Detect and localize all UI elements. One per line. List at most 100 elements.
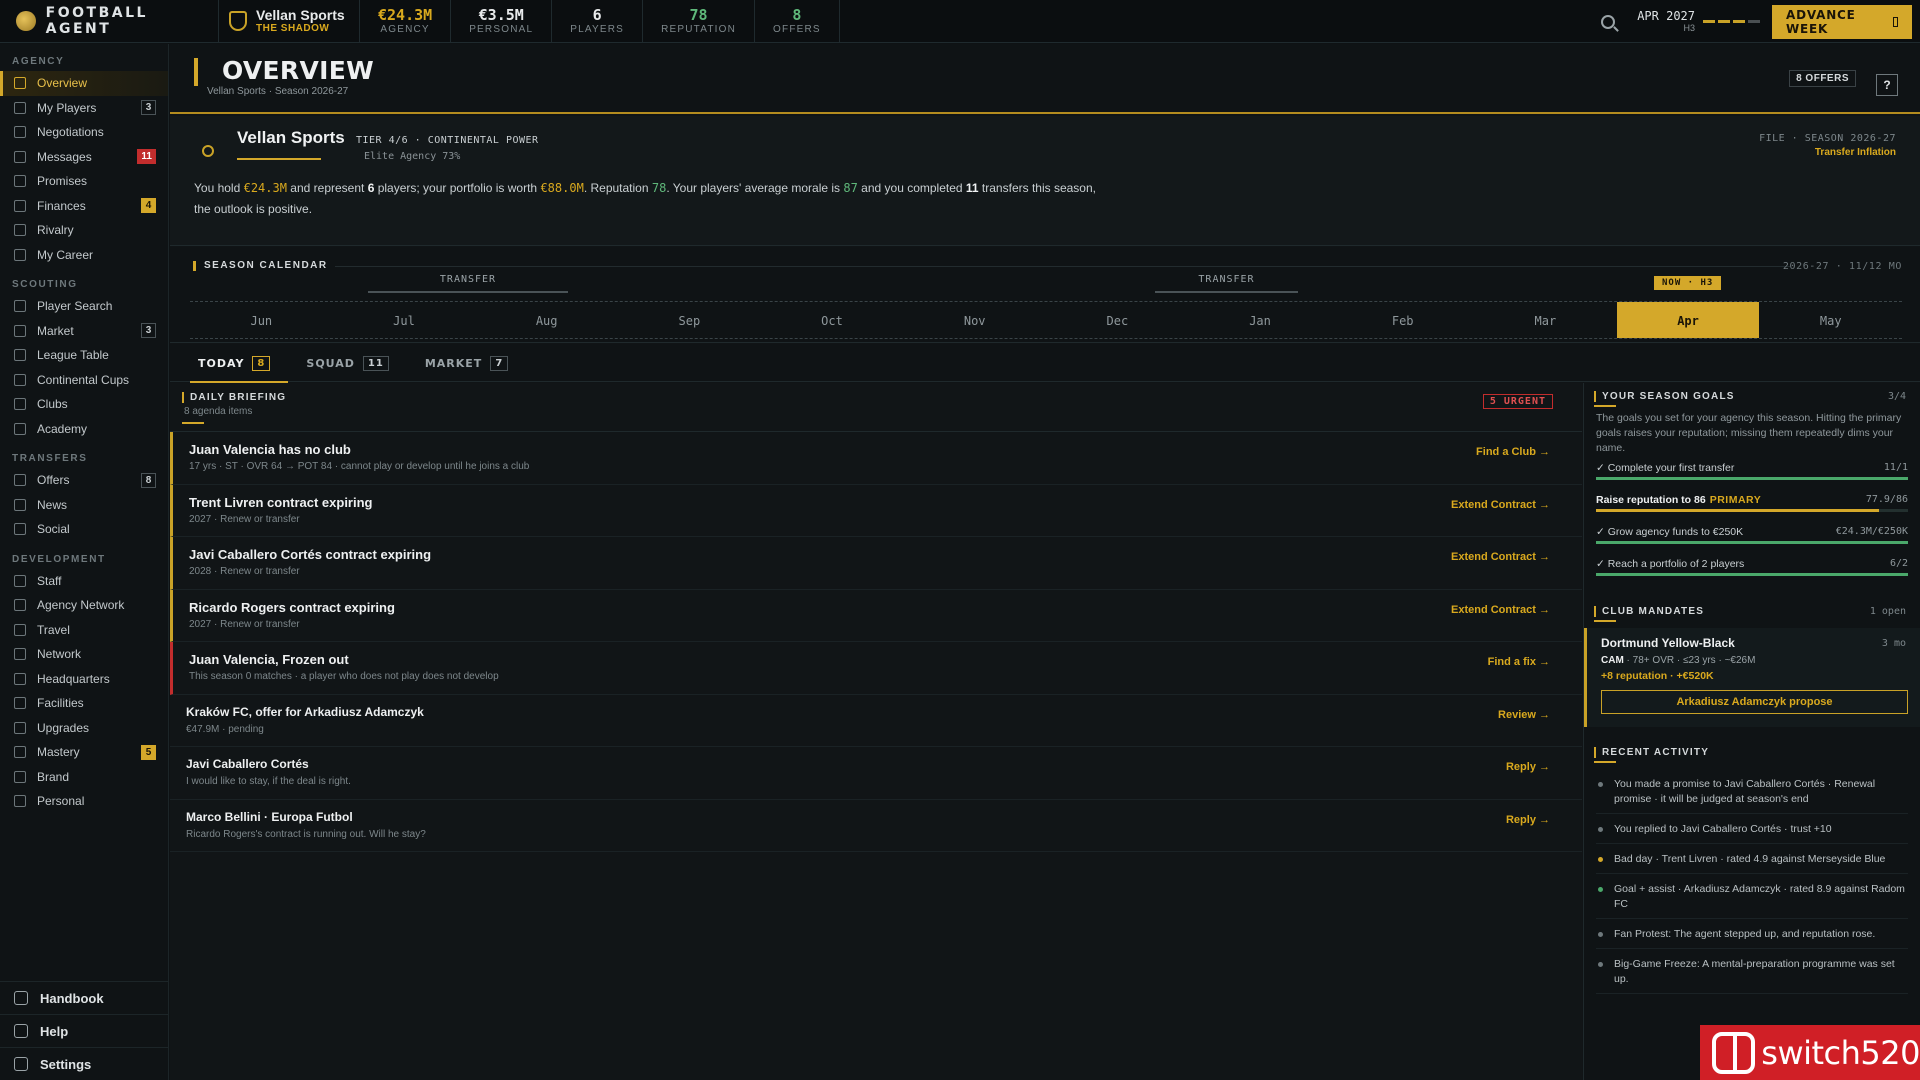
agenda-item[interactable]: Juan Valencia, Frozen out This season 0 m… [170,642,1582,695]
sidebar-item-offers[interactable]: Offers 8 [0,468,168,493]
calendar-divider [335,266,1790,267]
sidebar-item-promises[interactable]: Promises [0,169,168,194]
sidebar-item-league-table[interactable]: League Table [0,343,168,368]
sidebar-item-label: Travel [37,622,70,637]
top-bar: FOOTBALL AGENT Vellan Sports THE SHADOW … [0,0,1920,43]
month-jul[interactable]: Jul [333,302,476,338]
sidebar-item-rivalry[interactable]: Rivalry [0,218,168,243]
sidebar-item-overview[interactable]: Overview [0,71,168,96]
sidebar-item-mastery[interactable]: Mastery 5 [0,740,168,765]
month-aug[interactable]: Aug [475,302,618,338]
agenda-item[interactable]: Juan Valencia has no club 17 yrs · ST · O… [170,432,1582,485]
agency-badge[interactable]: Vellan Sports THE SHADOW [218,0,360,43]
sidebar-item-agency-network[interactable]: Agency Network [0,593,168,618]
sidebar-settings-button[interactable]: Settings [0,1047,169,1080]
agenda-item[interactable]: Ricardo Rogers contract expiring 2027 · R… [170,589,1582,642]
sidebar-item-continental-cups[interactable]: Continental Cups [0,368,168,393]
agenda-action-link[interactable]: Find a Club → [1476,446,1550,458]
sidebar-item-social[interactable]: Social [0,517,168,542]
sidebar-help-button[interactable]: Help [0,1014,169,1047]
activity-text: You replied to Javi Caballero Cortés · t… [1614,823,1832,835]
agenda-action-link[interactable]: Reply → [1506,761,1550,773]
user-icon [14,101,26,114]
sidebar-item-label: Facilities [37,696,84,711]
sidebar-item-brand[interactable]: Brand [0,765,168,790]
month-nov[interactable]: Nov [903,302,1046,338]
count-badge: 3 [141,100,156,116]
sidebar-handbook-button[interactable]: Handbook [0,981,169,1014]
sidebar-item-headquarters[interactable]: Headquarters [0,667,168,692]
agenda-action-link[interactable]: Extend Contract → [1451,499,1550,511]
agenda-item[interactable]: Kraków FC, offer for Arkadiusz Adamczyk €… [170,695,1582,747]
calendar-range: 2026-27 · 11/12 MO [1782,261,1902,272]
propose-player-button[interactable]: Arkadiusz Adamczyk propose [1601,690,1908,714]
agenda-action-link[interactable]: Review → [1498,709,1550,721]
sidebar-item-upgrades[interactable]: Upgrades [0,716,168,741]
tab-squad[interactable]: SQUAD 11 [288,344,406,382]
sidebar-item-network[interactable]: Network [0,642,168,667]
sidebar-item-messages[interactable]: Messages 11 [0,145,168,170]
help-button[interactable]: ? [1876,74,1898,96]
goals-underline [1594,405,1616,407]
sidebar-item-market[interactable]: Market 3 [0,319,168,344]
month-oct[interactable]: Oct [761,302,904,338]
agenda-action-link[interactable]: Extend Contract → [1451,604,1550,616]
agenda-action-link[interactable]: Reply → [1506,814,1550,826]
agenda-action-link[interactable]: Extend Contract → [1451,551,1550,563]
month-jan[interactable]: Jan [1189,302,1332,338]
goal-progress-fill [1596,509,1879,512]
advance-week-label: ADVANCE WEEK [1786,7,1856,36]
gear-icon [14,1057,28,1071]
month-jun[interactable]: Jun [190,302,333,338]
tab-market[interactable]: MARKET 7 [407,344,526,382]
activity-dot-icon [1598,962,1603,967]
agenda-title: Kraków FC, offer for Arkadiusz Adamczyk [186,704,424,719]
agenda-action-link[interactable]: Find a fix → [1488,656,1550,668]
sidebar-item-personal[interactable]: Personal [0,789,168,814]
sidebar-item-finances[interactable]: Finances 4 [0,194,168,219]
transfer-window: TRANSFER [368,274,568,294]
month-feb[interactable]: Feb [1331,302,1474,338]
agenda-item[interactable]: Marco Bellini · Europa Futbol Ricardo Rog… [170,800,1582,852]
agenda-subtitle: I would like to stay, if the deal is rig… [186,776,351,787]
agenda-item[interactable]: Trent Livren contract expiring 2027 · Ren… [170,484,1582,537]
sidebar-item-negotiations[interactable]: Negotiations [0,120,168,145]
goal-text: ✓ Reach a portfolio of 2 players [1596,558,1745,570]
month-mar[interactable]: Mar [1474,302,1617,338]
stat-reputation: 78 REPUTATION [643,0,756,43]
agenda-list: Juan Valencia has no club 17 yrs · ST · O… [170,432,1582,852]
sidebar-item-staff[interactable]: Staff [0,569,168,594]
briefing-underline [182,422,204,424]
sidebar-item-academy[interactable]: Academy [0,417,168,442]
advance-week-button[interactable]: ADVANCE WEEK [1772,4,1912,39]
month-dec[interactable]: Dec [1046,302,1189,338]
transfer-window-label: TRANSFER [1198,274,1255,285]
sidebar-item-my-players[interactable]: My Players 3 [0,96,168,121]
urgent-badge: 5 URGENT [1482,394,1553,409]
transfer-inflation-link[interactable]: Transfer Inflation [1815,147,1896,158]
sidebar-item-my-career[interactable]: My Career [0,243,168,268]
tab-today[interactable]: TODAY 8 [180,344,289,383]
agenda-item[interactable]: Javi Caballero Cortés contract expiring 2… [170,537,1582,590]
stat-value: 8 [792,5,802,24]
sidebar-item-clubs[interactable]: Clubs [0,392,168,417]
summary-morale: 87 [843,181,858,195]
sidebar-item-player-search[interactable]: Player Search [0,294,168,319]
sidebar-item-news[interactable]: News [0,493,168,518]
goal-progress-bar [1596,573,1908,576]
month-apr[interactable]: Apr [1616,302,1760,338]
offers-tag[interactable]: 8 OFFERS [1789,70,1856,87]
watermark-text: switch520 [1761,1033,1920,1072]
sidebar-item-travel[interactable]: Travel [0,618,168,643]
month-may[interactable]: May [1759,302,1902,338]
search-icon[interactable] [1601,14,1616,29]
month-sep[interactable]: Sep [618,302,761,338]
activity-text: Big-Game Freeze: A mental-preparation pr… [1614,958,1895,985]
sidebar-item-label: Academy [37,421,88,436]
stat-label: REPUTATION [661,23,737,35]
week-pip [1748,20,1760,23]
summary-text: players; your portfolio is worth [374,181,541,195]
agenda-item[interactable]: Javi Caballero Cortés I would like to sta… [170,747,1582,800]
sidebar-item-label: Overview [37,76,88,91]
sidebar-item-facilities[interactable]: Facilities [0,691,168,716]
